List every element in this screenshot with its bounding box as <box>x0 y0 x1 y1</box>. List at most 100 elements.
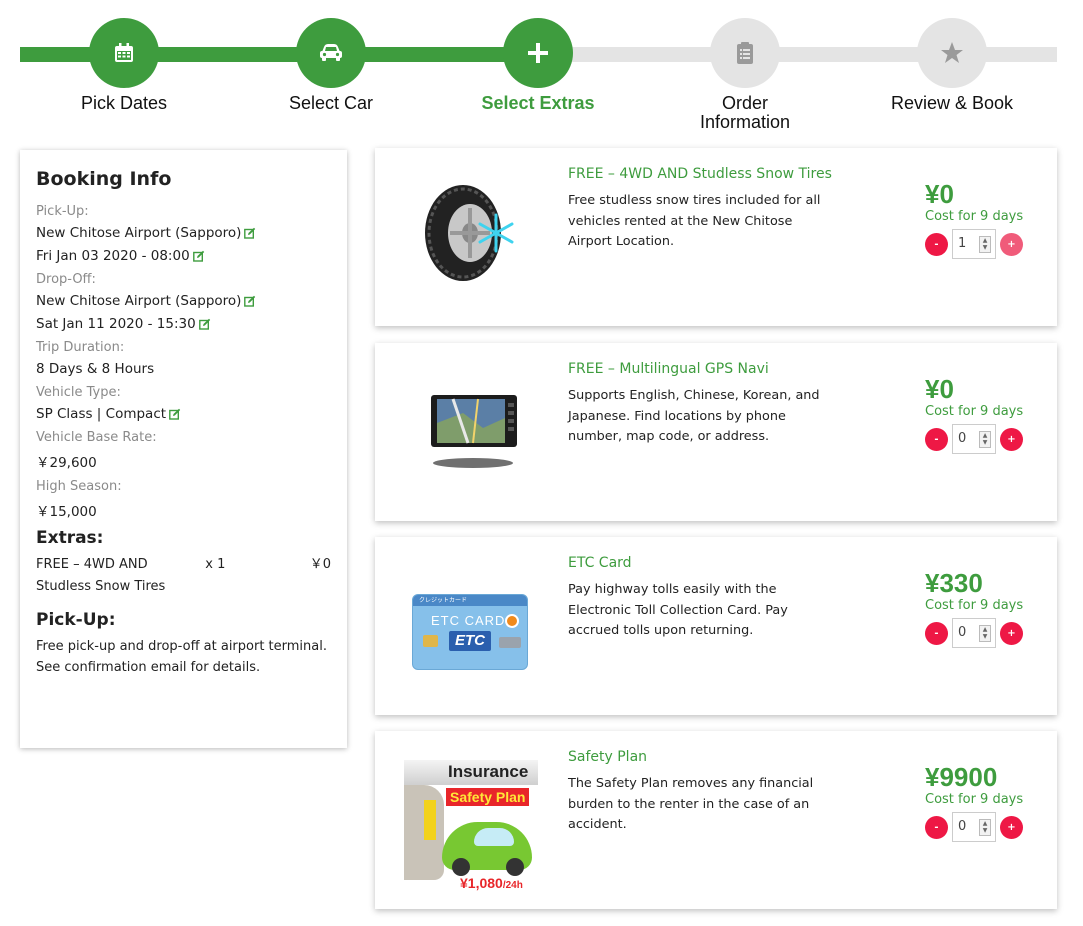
dropoff-time-row: Sat Jan 11 2020 - 15:30 <box>36 316 331 332</box>
progress-stepper: Pick Dates Select Car Select Extras Orde… <box>0 0 1083 140</box>
quantity-value: 1 <box>958 236 967 251</box>
extra-price: ¥0 <box>925 179 954 209</box>
step-label: Select Extras <box>481 93 595 113</box>
quantity-value: 0 <box>958 431 967 446</box>
pickup-location-row: New Chitose Airport (Sapporo) <box>36 225 331 241</box>
vehicle-type-group: Vehicle Type: SP Class | Compact <box>36 385 331 422</box>
star-icon <box>941 42 963 63</box>
dropoff-time: Sat Jan 11 2020 - 15:30 <box>36 316 196 332</box>
quantity-stepper: - 0 ▲ ▼ + <box>925 812 1045 842</box>
edit-icon[interactable] <box>169 408 181 420</box>
edit-icon[interactable] <box>244 227 256 239</box>
quantity-value: 0 <box>958 819 967 834</box>
step-select-car[interactable]: Select Car <box>231 18 431 113</box>
vehicle-type-label: Vehicle Type: <box>36 385 121 400</box>
decrease-button[interactable]: - <box>925 621 948 645</box>
extra-pricebox: ¥0 Cost for 9 days - 0 ▲ ▼ + <box>925 375 1045 454</box>
extras-heading: Extras: <box>36 528 104 548</box>
increase-button[interactable]: + <box>1000 427 1023 451</box>
decrease-button[interactable]: - <box>925 232 948 256</box>
vehicle-type-value: SP Class | Compact <box>36 406 167 422</box>
extra-info: ETC Card Pay highway tolls easily with t… <box>568 555 838 642</box>
extra-info: FREE – 4WD AND Studless Snow Tires Free … <box>568 166 838 253</box>
step-review-book[interactable]: Review & Book <box>852 18 1052 113</box>
booking-info-title: Booking Info <box>36 168 172 190</box>
etc-card-stripe <box>499 637 521 648</box>
quantity-value: 0 <box>958 625 967 640</box>
step-select-extras[interactable]: Select Extras <box>438 18 638 113</box>
gps-navi-image <box>400 368 545 488</box>
pickup-note-heading: Pick-Up: <box>36 610 116 630</box>
step-label: Review & Book <box>890 93 1014 113</box>
spinner-arrows-icon[interactable]: ▲ ▼ <box>979 431 991 448</box>
calendar-icon <box>115 43 133 62</box>
duration-label: Trip Duration: <box>36 340 125 355</box>
step-order-information[interactable]: Order Information <box>645 18 845 132</box>
step-label: Order Information <box>699 93 791 132</box>
extra-info: Safety Plan The Safety Plan removes any … <box>568 749 838 836</box>
safety-plan-graphic: Insurance Safety Plan ¥1,080/24h <box>404 760 538 892</box>
extra-price: ¥330 <box>925 568 983 598</box>
spinner-arrows-icon[interactable]: ▲ ▼ <box>979 819 991 836</box>
safety-plan-price-row: ¥1,080/24h <box>460 875 523 892</box>
extra-price: ¥0 <box>925 374 954 404</box>
extra-card-etc: クレジットカード ETC CARD ETC ETC Card Pay highw… <box>375 537 1057 715</box>
safety-plan-line1: Insurance <box>448 762 529 781</box>
extra-card-snow-tires: FREE – 4WD AND Studless Snow Tires Free … <box>375 148 1057 326</box>
booking-info-panel: Booking Info Pick-Up: New Chitose Airpor… <box>20 150 347 748</box>
pickup-time-row: Fri Jan 03 2020 - 08:00 <box>36 248 331 264</box>
quantity-input[interactable]: 1 ▲ ▼ <box>952 229 996 259</box>
etc-card-badge-icon <box>505 614 519 628</box>
extra-title: FREE – 4WD AND Studless Snow Tires <box>568 166 832 182</box>
quantity-input[interactable]: 0 ▲ ▼ <box>952 424 996 454</box>
pickup-location: New Chitose Airport (Sapporo) <box>36 225 242 241</box>
snow-tire-image <box>400 173 545 293</box>
extra-description: Supports English, Chinese, Korean, and J… <box>568 388 820 444</box>
step-circle <box>710 18 780 88</box>
extra-cost-note: Cost for 9 days <box>925 598 1024 613</box>
etc-card-image: クレジットカード ETC CARD ETC <box>410 592 530 672</box>
quantity-input[interactable]: 0 ▲ ▼ <box>952 812 996 842</box>
car-wheel <box>452 858 470 876</box>
step-label: Select Car <box>288 93 374 113</box>
step-pick-dates[interactable]: Pick Dates <box>24 18 224 113</box>
extra-info: FREE – Multilingual GPS Navi Supports En… <box>568 361 838 448</box>
dropoff-location: New Chitose Airport (Sapporo) <box>36 293 242 309</box>
extra-cost-note: Cost for 9 days <box>925 209 1024 224</box>
etc-card-logo: ETC <box>449 631 491 651</box>
decrease-button[interactable]: - <box>925 815 948 839</box>
decrease-button[interactable]: - <box>925 427 948 451</box>
tire-icon <box>424 185 513 281</box>
edit-icon[interactable] <box>198 318 211 330</box>
increase-button[interactable]: + <box>1000 815 1023 839</box>
edit-icon[interactable] <box>192 250 205 262</box>
etc-card-chip <box>423 635 438 647</box>
extra-cost-note: Cost for 9 days <box>925 404 1024 419</box>
step-circle <box>89 18 159 88</box>
car-icon <box>320 44 342 61</box>
gps-device-icon <box>430 395 517 468</box>
extra-description: Free studless snow tires included for al… <box>568 193 821 249</box>
step-circle <box>917 18 987 88</box>
etc-card-label: ETC CARD <box>431 613 506 628</box>
extra-title: ETC Card <box>568 555 632 571</box>
extra-title: FREE – Multilingual GPS Navi <box>568 361 769 377</box>
edit-icon[interactable] <box>244 295 256 307</box>
increase-button[interactable]: + <box>1000 232 1023 256</box>
pickup-note: Free pick-up and drop-off at airport ter… <box>36 639 327 675</box>
base-rate-value: ￥29,600 <box>36 455 97 471</box>
dropoff-label: Drop-Off: <box>36 272 96 287</box>
car-wheel <box>506 858 524 876</box>
step-circle <box>296 18 366 88</box>
pickup-time: Fri Jan 03 2020 - 08:00 <box>36 248 190 264</box>
step-label: Pick Dates <box>80 93 168 113</box>
extra-pricebox: ¥0 Cost for 9 days - 1 ▲ ▼ + <box>925 180 1045 259</box>
increase-button[interactable]: + <box>1000 621 1023 645</box>
extra-card-safety-plan: Insurance Safety Plan ¥1,080/24h Safety … <box>375 731 1057 909</box>
spinner-arrows-icon[interactable]: ▲ ▼ <box>979 625 991 642</box>
spinner-arrows-icon[interactable]: ▲ ▼ <box>979 236 991 253</box>
quantity-input[interactable]: 0 ▲ ▼ <box>952 618 996 648</box>
high-season-group: High Season: ￥15,000 <box>36 479 331 520</box>
high-season-label: High Season: <box>36 479 122 494</box>
etc-card-top-band: クレジットカード <box>413 595 527 606</box>
